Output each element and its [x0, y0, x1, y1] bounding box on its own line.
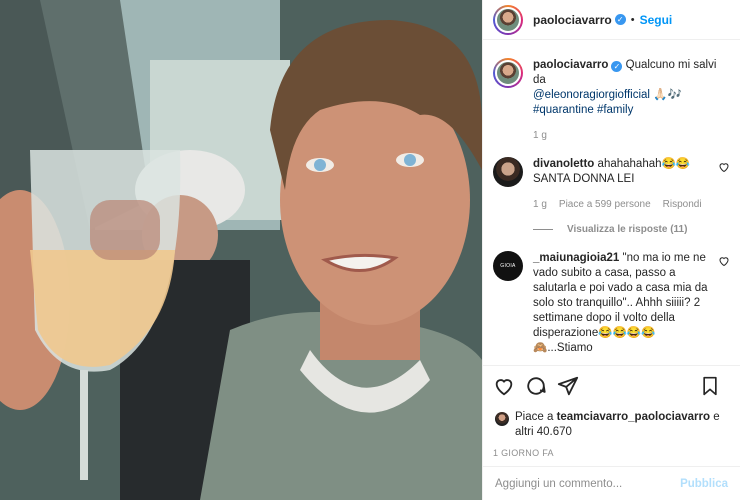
comment-icon[interactable] — [525, 375, 547, 397]
view-replies-button[interactable]: Visualizza le risposte (11) — [533, 224, 730, 235]
follow-button[interactable]: Segui — [640, 13, 673, 27]
caption-hashtags[interactable]: #quarantine #family — [533, 104, 633, 116]
liker-avatar[interactable] — [495, 412, 509, 426]
like-icon[interactable] — [493, 375, 515, 397]
comment-input[interactable] — [495, 477, 681, 490]
comment-like-icon[interactable] — [718, 161, 730, 173]
separator-dot: • — [630, 13, 635, 26]
caption-emojis: 🙏🏻🎶 — [653, 89, 682, 101]
comment-text: "no ma io me ne vado subito a casa, pass… — [533, 252, 708, 354]
commenter-username[interactable]: _maiunagioia21 — [533, 252, 619, 264]
comment-item: GIOIA _maiunagioia21 "no ma io me ne vad… — [493, 251, 730, 356]
comment-likes[interactable]: Piace a 599 persone — [559, 197, 651, 212]
caption: paolociavarro ✓ Qualcuno mi salvi da @ele… — [493, 58, 730, 143]
caption-mention[interactable]: @eleonoragiorgiofficial — [533, 89, 650, 101]
comment-time[interactable]: 1 g — [533, 197, 547, 212]
author-username[interactable]: paolociavarro — [533, 13, 612, 27]
share-icon[interactable] — [557, 375, 579, 397]
author-avatar[interactable] — [493, 4, 523, 35]
caption-avatar[interactable] — [493, 58, 523, 88]
caption-time[interactable]: 1 g — [533, 128, 547, 143]
caption-username[interactable]: paolociavarro — [533, 59, 608, 71]
commenter-avatar[interactable]: GIOIA — [493, 251, 523, 281]
comment-like-icon[interactable] — [718, 255, 730, 267]
commenter-username[interactable]: divanoletto — [533, 158, 594, 170]
reply-button[interactable]: Rispondi — [663, 197, 702, 212]
likes-prefix: Piace a — [515, 411, 554, 423]
publish-button[interactable]: Pubblica — [680, 478, 728, 490]
post-actions: Piace a teamciavarro_paolociavarro e alt… — [483, 365, 740, 458]
post-header: paolociavarro ✓ • Segui — [483, 0, 740, 40]
verified-icon: ✓ — [611, 61, 623, 72]
commenter-avatar[interactable] — [493, 157, 523, 187]
likes-summary: Piace a teamciavarro_paolociavarro e alt… — [493, 410, 730, 440]
selfie-photo — [0, 0, 482, 500]
post-timestamp[interactable]: 1 GIORNO FA — [493, 448, 730, 458]
add-comment-bar: Pubblica — [483, 466, 740, 500]
likes-user[interactable]: teamciavarro_paolociavarro — [557, 411, 710, 423]
post-side-panel: paolociavarro ✓ • Segui paolociavarro ✓ Q… — [482, 0, 740, 500]
view-replies-label: Visualizza le risposte (11) — [567, 224, 688, 235]
comments-list[interactable]: paolociavarro ✓ Qualcuno mi salvi da @ele… — [483, 58, 740, 360]
comment-item: divanoletto ahahahahah😂😂 SANTA DONNA LEI… — [493, 157, 730, 212]
verified-icon: ✓ — [614, 14, 626, 25]
post-photo — [0, 0, 482, 500]
bookmark-icon[interactable] — [700, 375, 720, 397]
